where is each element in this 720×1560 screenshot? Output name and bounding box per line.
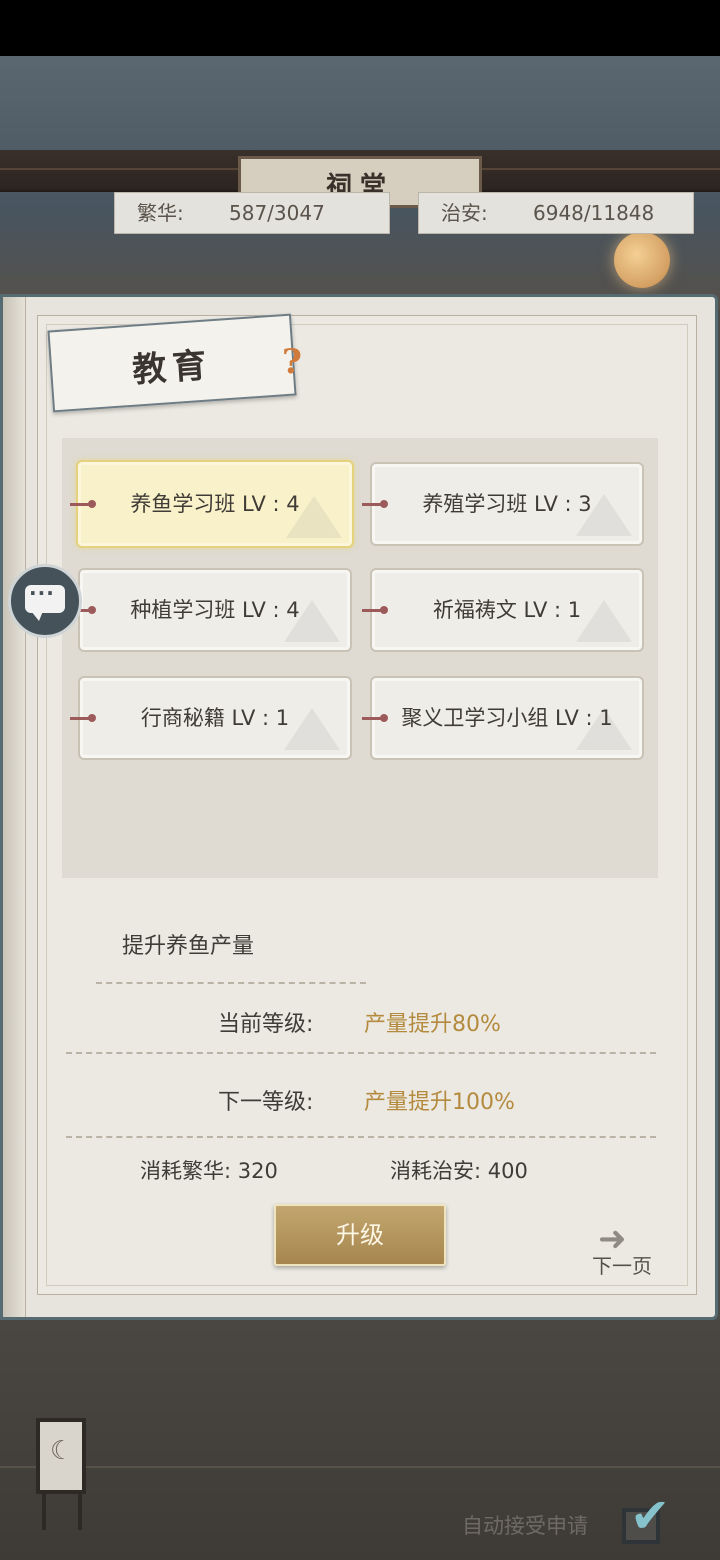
current-level-value: 产量提升80% [364,1012,501,1037]
mountain-decoration [284,708,340,750]
course-label: 聚义卫学习小组 LV : 1 [401,706,613,730]
pin-icon [362,714,388,722]
security-label: 治安: [441,201,488,225]
divider [96,982,366,984]
floor-line [0,1466,720,1468]
prosperity-stat: 繁华: 587/3047 [114,192,390,234]
chat-dots: ··· [29,581,55,605]
upgrade-button[interactable]: 升级 [274,1204,446,1266]
course-livestock[interactable]: 养殖学习班 LV : 3 [370,462,644,546]
divider [66,1052,656,1054]
lamp-stand [42,1494,82,1530]
checkmark-icon: ✔ [630,1488,671,1544]
auto-accept-checkbox[interactable]: ✔ [622,1488,672,1548]
status-bar [0,0,720,56]
lantern-orb [614,232,670,288]
course-guard-study[interactable]: 聚义卫学习小组 LV : 1 [370,676,644,760]
course-label: 行商秘籍 LV : 1 [140,706,290,730]
next-page-label: 下一页 [592,1254,652,1278]
panel-title: 教育 [131,345,214,391]
pin-icon [70,714,96,722]
help-icon[interactable]: ? [282,342,302,382]
prosperity-value: 587/3047 [229,201,325,225]
course-fish-farming[interactable]: 养鱼学习班 LV : 4 [76,460,354,548]
prosperity-label: 繁华: [137,201,184,225]
panel-title-card: 教育 [47,313,297,413]
cost-security: 消耗治安: 400 [390,1159,528,1183]
next-page-button[interactable]: ➜ 下一页 [590,1222,660,1278]
auto-accept-label: 自动接受申请 [462,1514,588,1538]
course-label: 祈福祷文 LV : 1 [432,598,582,622]
course-trading[interactable]: 行商秘籍 LV : 1 [78,676,352,760]
course-label: 养鱼学习班 LV : 4 [130,492,300,516]
course-planting[interactable]: 种植学习班 LV : 4 [78,568,352,652]
security-value: 6948/11848 [533,201,655,225]
chat-button[interactable]: ··· [8,564,82,638]
security-stat: 治安: 6948/11848 [418,192,694,234]
pin-icon [70,500,96,508]
floor [0,1320,720,1560]
pin-icon [362,606,388,614]
next-level-value: 产量提升100% [364,1090,515,1115]
course-label: 种植学习班 LV : 4 [130,598,300,622]
next-level-label: 下一等级: [218,1090,314,1115]
course-description: 提升养鱼产量 [122,934,255,959]
current-level-label: 当前等级: [218,1012,314,1037]
lamp-icon [36,1418,86,1494]
mountain-decoration [576,600,632,642]
book-spine [3,297,26,1317]
course-prayer[interactable]: 祈福祷文 LV : 1 [370,568,644,652]
cost-prosperity: 消耗繁华: 320 [140,1159,278,1183]
course-label: 养殖学习班 LV : 3 [422,492,592,516]
pin-icon [362,500,388,508]
divider [66,1136,656,1138]
